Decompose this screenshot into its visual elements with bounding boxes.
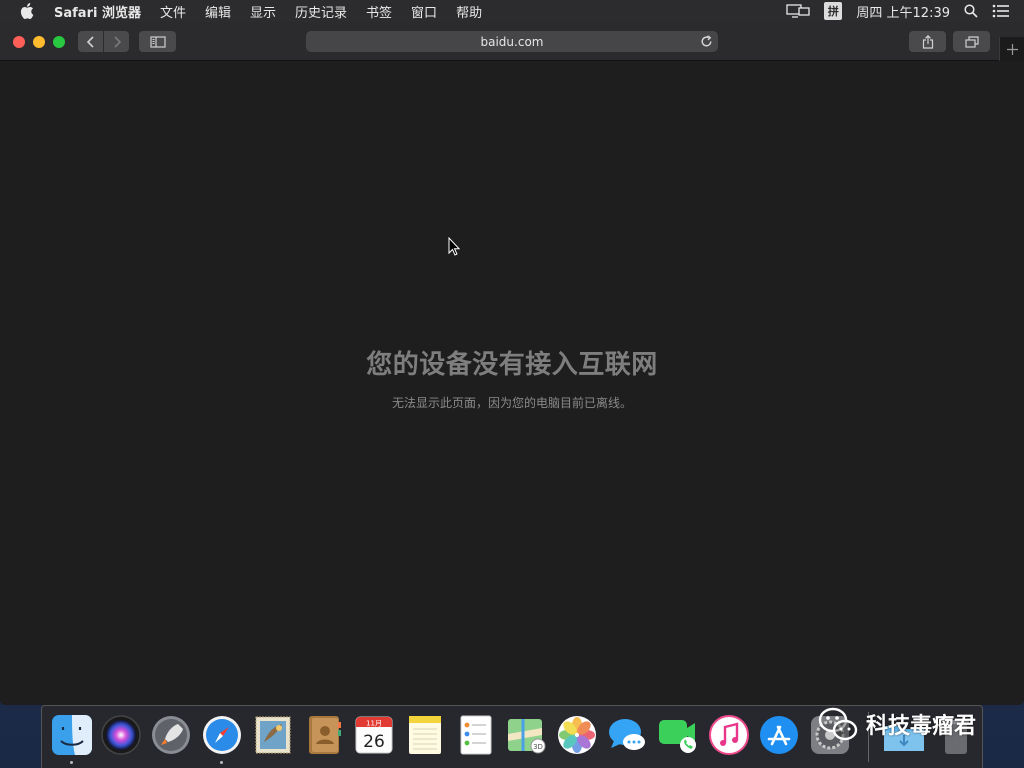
messages-icon[interactable] bbox=[606, 714, 648, 756]
reminders-icon[interactable] bbox=[455, 714, 497, 756]
chevron-right-icon bbox=[113, 35, 121, 48]
apple-menu-icon[interactable] bbox=[20, 3, 36, 19]
new-tab-button[interactable] bbox=[999, 37, 1024, 61]
share-button[interactable] bbox=[909, 31, 946, 52]
menu-view[interactable]: 显示 bbox=[250, 2, 276, 21]
tabs-overview-icon bbox=[964, 35, 979, 48]
address-bar[interactable]: baidu.com bbox=[306, 31, 718, 52]
reload-icon[interactable] bbox=[698, 33, 714, 49]
back-button[interactable] bbox=[78, 31, 103, 52]
menu-history[interactable]: 历史记录 bbox=[295, 2, 347, 21]
calendar-day: 26 bbox=[363, 732, 385, 752]
menu-file[interactable]: 文件 bbox=[160, 2, 186, 21]
launchpad-icon[interactable] bbox=[150, 714, 192, 756]
plus-icon bbox=[1007, 43, 1018, 55]
contacts-icon[interactable] bbox=[303, 714, 345, 756]
mouse-cursor-icon bbox=[448, 236, 461, 260]
sidebar-icon bbox=[149, 35, 166, 48]
app-store-icon[interactable] bbox=[758, 714, 800, 756]
photos-icon[interactable] bbox=[556, 714, 598, 756]
calendar-month: 11月 bbox=[366, 720, 382, 728]
spotlight-search-icon[interactable] bbox=[964, 4, 978, 18]
browser-toolbar: baidu.com bbox=[0, 22, 1024, 61]
menu-extras: 拼 周四 上午12:39 bbox=[786, 0, 1024, 22]
svg-text:3D: 3D bbox=[533, 743, 543, 751]
menu-help[interactable]: 帮助 bbox=[456, 2, 482, 21]
minimize-window-button[interactable] bbox=[33, 36, 45, 48]
watermark-text: 科技毒瘤君 bbox=[866, 714, 977, 739]
sidebar-toggle-button[interactable] bbox=[139, 31, 176, 52]
facetime-icon[interactable] bbox=[657, 714, 699, 756]
safari-icon[interactable] bbox=[201, 714, 243, 764]
offline-error-title: 您的设备没有接入互联网 bbox=[366, 350, 658, 380]
close-window-button[interactable] bbox=[13, 36, 25, 48]
airplay-display-icon[interactable] bbox=[786, 4, 811, 18]
input-method-icon[interactable]: 拼 bbox=[824, 2, 843, 20]
clock[interactable]: 周四 上午12:39 bbox=[856, 2, 950, 21]
share-icon bbox=[922, 34, 933, 49]
menu-app-name[interactable]: Safari 浏览器 bbox=[54, 2, 141, 21]
itunes-icon[interactable] bbox=[708, 714, 750, 756]
mail-icon[interactable] bbox=[252, 714, 294, 756]
menu-bookmarks[interactable]: 书签 bbox=[366, 2, 392, 21]
notification-center-icon[interactable] bbox=[992, 4, 1010, 18]
menu-edit[interactable]: 编辑 bbox=[205, 2, 231, 21]
siri-icon[interactable] bbox=[100, 714, 142, 756]
menu-window[interactable]: 窗口 bbox=[411, 2, 437, 21]
url-text: baidu.com bbox=[480, 34, 544, 49]
menu-bar: Safari 浏览器 文件 编辑 显示 历史记录 书签 窗口 帮助 拼 周四 上… bbox=[0, 0, 1024, 22]
calendar-icon[interactable]: 11月 26 bbox=[353, 714, 395, 756]
offline-error-message: 无法显示此页面，因为您的电脑目前已离线。 bbox=[391, 396, 632, 410]
finder-icon[interactable] bbox=[51, 714, 93, 764]
chevron-left-icon bbox=[86, 35, 94, 48]
page-content: 您的设备没有接入互联网 无法显示此页面，因为您的电脑目前已离线。 bbox=[0, 61, 1024, 705]
maps-icon[interactable]: 3D bbox=[505, 714, 547, 756]
maximize-window-button[interactable] bbox=[53, 36, 65, 48]
forward-button[interactable] bbox=[104, 31, 129, 52]
wechat-logo-icon bbox=[818, 707, 858, 741]
watermark: 科技毒瘤君 bbox=[818, 707, 976, 741]
notes-icon[interactable] bbox=[404, 714, 446, 756]
safari-window: baidu.com 您的设备没有接入互联网 无法显示此页面，因为您的电脑目前已离… bbox=[0, 22, 1024, 705]
show-all-tabs-button[interactable] bbox=[953, 31, 990, 52]
